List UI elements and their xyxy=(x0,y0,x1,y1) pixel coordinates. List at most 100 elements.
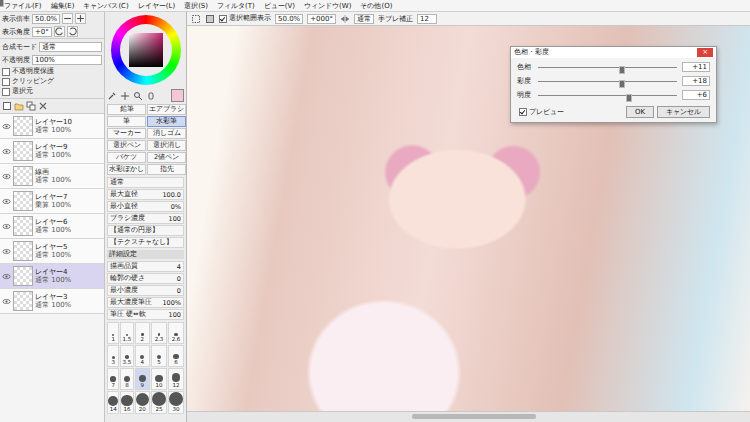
zoom-field[interactable]: 50.0% xyxy=(32,14,60,24)
dialog-button[interactable]: キャンセル xyxy=(657,106,710,118)
layer-row[interactable]: レイヤー9 通常 100% xyxy=(0,139,104,164)
new-layer-icon[interactable] xyxy=(2,101,12,111)
brush-size-button[interactable]: 10 xyxy=(151,368,167,390)
details-header[interactable]: 詳細設定 xyxy=(107,250,184,259)
checkbox[interactable] xyxy=(2,68,10,76)
layer-row[interactable]: レイヤー6 通常 100% xyxy=(0,214,104,239)
menu-item[interactable]: 選択(S) xyxy=(184,1,208,11)
brush-size-button[interactable]: 1.5 xyxy=(120,322,133,344)
brush-size-button[interactable]: 4 xyxy=(135,345,151,367)
brush-setting-row[interactable]: 【テクスチャなし】 xyxy=(107,237,184,248)
tool-button[interactable]: エアブラシ xyxy=(147,104,186,115)
property-field[interactable]: 100% xyxy=(32,55,102,65)
option-row[interactable]: 不透明度保護 xyxy=(0,67,104,76)
eye-icon[interactable] xyxy=(2,297,11,306)
tool-button[interactable]: バケツ xyxy=(107,152,146,163)
option-row[interactable]: クリッピング xyxy=(0,77,104,86)
tool-button[interactable]: 鉛筆 xyxy=(107,104,146,115)
slider-thumb[interactable] xyxy=(626,94,632,102)
brush-size-button[interactable]: 7 xyxy=(107,368,119,390)
slider-track[interactable] xyxy=(538,67,677,68)
brush-size-button[interactable]: 6 xyxy=(168,345,184,367)
eye-icon[interactable] xyxy=(2,247,11,256)
brush-size-button[interactable]: 14 xyxy=(107,391,119,414)
slider-track[interactable] xyxy=(538,81,677,82)
checkbox[interactable] xyxy=(519,108,527,116)
brush-size-button[interactable]: 3.5 xyxy=(120,345,133,367)
menu-item[interactable]: フィルタ(T) xyxy=(217,1,255,11)
navigator-preview[interactable] xyxy=(0,0,4,7)
deselect-icon[interactable] xyxy=(191,14,201,24)
brush-setting-row[interactable]: 通常 xyxy=(107,177,184,188)
rotate-right-icon[interactable] xyxy=(67,26,78,37)
brush-size-button[interactable]: 3 xyxy=(107,345,119,367)
slider-track[interactable] xyxy=(538,95,677,96)
dialog-title-bar[interactable]: 色相・彩度 × xyxy=(511,47,716,58)
zoom-icon[interactable] xyxy=(133,91,143,101)
dialog-button[interactable]: OK xyxy=(626,106,654,118)
delete-layer-icon[interactable] xyxy=(38,101,48,111)
brush-size-button[interactable]: 12 xyxy=(168,368,184,390)
layer-row[interactable]: レイヤー4 通常 100% xyxy=(0,264,104,289)
minus-icon[interactable] xyxy=(62,13,73,24)
detail-row[interactable]: 輪郭の硬さ 0 xyxy=(107,273,184,284)
layer-row[interactable]: レイヤー10 通常 100% xyxy=(0,114,104,139)
brush-setting-row[interactable]: 【通常の円形】 xyxy=(107,225,184,236)
eye-icon[interactable] xyxy=(2,272,11,281)
tool-button[interactable]: 2値ペン xyxy=(147,152,186,163)
brush-setting-row[interactable]: 最小直径 0% xyxy=(107,201,184,212)
brush-size-button[interactable]: 2 xyxy=(135,322,151,344)
property-field[interactable]: 通常 xyxy=(39,42,102,52)
preview-toggle[interactable]: プレビュー xyxy=(517,108,566,117)
detail-row[interactable]: 描画品質 4 xyxy=(107,261,184,272)
checkbox[interactable] xyxy=(219,15,227,23)
brush-size-button[interactable]: 9 xyxy=(135,368,151,390)
brush-size-button[interactable]: 25 xyxy=(151,391,167,414)
option-row[interactable]: 選択元 xyxy=(0,87,104,96)
close-button[interactable]: × xyxy=(697,48,713,57)
eye-icon[interactable] xyxy=(2,172,11,181)
tool-button[interactable]: 水彩筆 xyxy=(147,116,186,127)
brush-setting-row[interactable]: 最大直径 100.0 xyxy=(107,189,184,200)
brush-size-button[interactable]: 20 xyxy=(135,391,151,414)
checkbox[interactable] xyxy=(2,88,10,96)
brush-size-button[interactable]: 1 xyxy=(107,322,119,344)
tool-button[interactable]: 水彩ぼかし xyxy=(107,164,146,175)
invert-selection-icon[interactable] xyxy=(205,14,215,24)
slider-value[interactable]: +6 xyxy=(682,90,710,100)
tool-button[interactable]: 指先 xyxy=(147,164,186,175)
checkbox[interactable] xyxy=(2,78,10,86)
detail-row[interactable]: 筆圧 硬⇔軟 100 xyxy=(107,309,184,320)
menu-item[interactable]: ビュー(V) xyxy=(264,1,295,11)
hand-icon[interactable] xyxy=(146,91,156,101)
eye-icon[interactable] xyxy=(2,147,11,156)
selection-display-toggle[interactable]: 選択範囲表示 xyxy=(219,14,271,23)
menu-item[interactable]: ファイル(F) xyxy=(4,1,42,11)
menu-item[interactable]: ウィンドウ(W) xyxy=(304,1,351,11)
brush-size-button[interactable]: 30 xyxy=(168,391,184,414)
eye-icon[interactable] xyxy=(2,122,11,131)
tool-button[interactable]: マーカー xyxy=(107,128,146,139)
eye-icon[interactable] xyxy=(2,197,11,206)
zoom-field[interactable]: 50.0% xyxy=(275,14,303,24)
slider-thumb[interactable] xyxy=(619,80,625,88)
brush-size-button[interactable]: 5 xyxy=(151,345,167,367)
menu-item[interactable]: その他(O) xyxy=(360,1,392,11)
slider-thumb[interactable] xyxy=(619,66,625,74)
layer-row[interactable]: レイヤー7 乗算 100% xyxy=(0,189,104,214)
tool-button[interactable]: 筆 xyxy=(107,116,146,127)
brush-size-button[interactable]: 2.6 xyxy=(168,322,184,344)
horizontal-scrollbar[interactable] xyxy=(187,411,750,422)
tool-button[interactable]: 選択ペン xyxy=(107,140,146,151)
stabilizer-select[interactable]: 12 xyxy=(417,14,437,24)
slider-value[interactable]: +18 xyxy=(682,76,710,86)
detail-row[interactable]: 最大濃度筆圧 100% xyxy=(107,297,184,308)
brush-size-button[interactable]: 16 xyxy=(120,391,133,414)
layer-row[interactable]: レイヤー5 通常 100% xyxy=(0,239,104,264)
canvas-area[interactable]: 色相・彩度 × 色相 +11彩度 +18明度 +6 プレビュー OKキャンセル xyxy=(187,26,750,411)
menu-item[interactable]: キャンバス(C) xyxy=(83,1,128,11)
color-wheel[interactable] xyxy=(107,13,184,87)
eyedropper-icon[interactable] xyxy=(107,91,117,101)
detail-row[interactable]: 最小濃度 0 xyxy=(107,285,184,296)
move-icon[interactable] xyxy=(120,91,130,101)
